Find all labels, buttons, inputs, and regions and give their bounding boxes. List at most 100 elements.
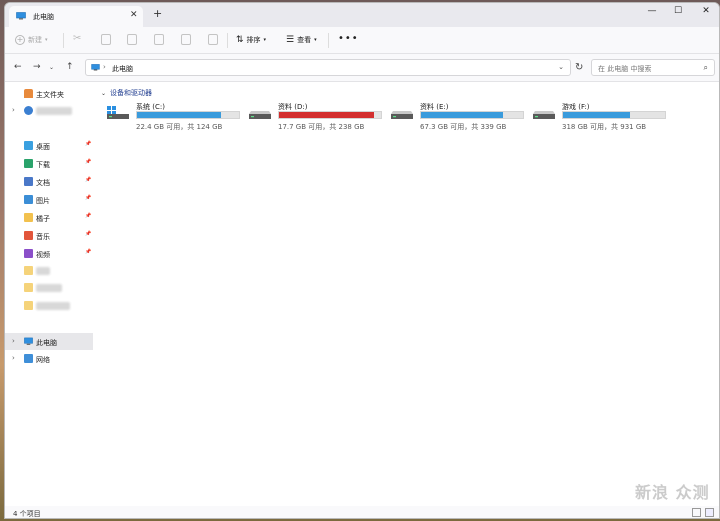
sidebar-item-redacted[interactable]: [5, 262, 93, 279]
delete-icon[interactable]: [208, 34, 218, 45]
close-tab-icon[interactable]: ✕: [130, 10, 138, 20]
search-icon: ⌕: [703, 63, 708, 72]
monitor-icon: [91, 64, 100, 71]
pin-icon: 📌: [85, 177, 92, 183]
redacted-label: [36, 107, 72, 115]
details-view-icon[interactable]: [692, 508, 701, 517]
sidebar-item-quick-access[interactable]: 图片 📌: [5, 191, 93, 208]
drive-usage-bar: [562, 111, 666, 119]
share-icon[interactable]: [181, 34, 191, 45]
music-icon: [24, 231, 33, 240]
drive-space-info: 318 GB 可用，共 931 GB: [562, 123, 647, 131]
sort-button-label: 排序: [246, 36, 261, 44]
rename-icon[interactable]: [154, 34, 164, 45]
forward-arrow-icon[interactable]: →: [33, 62, 41, 72]
new-tab-button[interactable]: +: [153, 7, 162, 20]
search-placeholder: 在 此电脑 中搜索: [598, 65, 652, 73]
sidebar-item-quick-access[interactable]: 下载 📌: [5, 155, 93, 172]
divider: [227, 33, 228, 48]
sidebar-item-redacted[interactable]: [5, 297, 93, 314]
sidebar-item-label: 网络: [36, 356, 50, 364]
folder-icon: [24, 266, 33, 275]
chevron-down-icon: ▾: [45, 37, 48, 43]
search-input[interactable]: 在 此电脑 中搜索 ⌕: [591, 59, 715, 76]
desktop-icon: [24, 141, 33, 150]
breadcrumb[interactable]: 此电脑: [112, 64, 133, 74]
monitor-icon: [16, 12, 26, 20]
item-count: 4 个项目: [13, 510, 41, 518]
drive-space-info: 67.3 GB 可用，共 339 GB: [420, 123, 507, 131]
up-arrow-icon[interactable]: ↑: [66, 62, 74, 72]
tab-bar: 此电脑 ✕ + — ☐ ✕: [5, 3, 719, 27]
sidebar-item-quick-access[interactable]: 桌面 📌: [5, 137, 93, 154]
watermark: 新浪 众测: [635, 483, 710, 502]
copy-icon[interactable]: [101, 34, 111, 45]
drive-space-info: 22.4 GB 可用，共 124 GB: [136, 123, 223, 131]
sidebar-item-this-pc[interactable]: › 此电脑: [5, 333, 93, 350]
monitor-icon: [24, 337, 33, 345]
download-icon: [24, 159, 33, 168]
divider: [328, 33, 329, 48]
drive-usage-fill: [137, 112, 221, 118]
maximize-button[interactable]: ☐: [671, 6, 685, 16]
tab-label: 此电脑: [33, 13, 54, 21]
drive-usage-bar: [136, 111, 240, 119]
drive-usage-fill: [421, 112, 503, 118]
sidebar-item-quick-access[interactable]: 视频 📌: [5, 245, 93, 262]
new-button-label: 新建: [28, 36, 42, 44]
more-options-button[interactable]: •••: [338, 33, 359, 44]
picture-icon: [24, 195, 33, 204]
refresh-icon[interactable]: ↻: [575, 62, 583, 73]
back-arrow-icon[interactable]: ←: [14, 62, 22, 72]
view-button-label: 查看: [297, 36, 312, 44]
drive-space-info: 17.7 GB 可用，共 238 GB: [278, 123, 365, 131]
pin-icon: 📌: [85, 159, 92, 165]
address-field[interactable]: › 此电脑 ⌄: [85, 59, 571, 76]
chevron-down-icon: ⌄: [101, 89, 107, 97]
new-button[interactable]: + 新建 ▾: [15, 35, 48, 45]
tab-this-pc[interactable]: 此电脑 ✕: [9, 6, 143, 27]
sidebar-item-redacted[interactable]: [5, 279, 93, 296]
sort-button[interactable]: ⇅ 排序 ▾: [236, 35, 266, 45]
drive-tile[interactable]: 系统 (C:) 22.4 GB 可用，共 124 GB: [103, 100, 243, 134]
cloud-icon: [24, 106, 33, 115]
redacted-label: [36, 267, 50, 275]
chevron-right-icon: ›: [12, 337, 15, 345]
sidebar-item-label: 音乐: [36, 233, 50, 241]
hard-drive-icon: [533, 111, 555, 119]
sidebar-item-label: 桌面: [36, 143, 50, 151]
sidebar-item-label: 视频: [36, 251, 50, 259]
drive-tile[interactable]: 资料 (D:) 17.7 GB 可用，共 238 GB: [245, 100, 385, 134]
command-bar: + 新建 ▾ ✂ ⇅ 排序 ▾ ☰ 查看 ▾ •••: [5, 27, 719, 54]
pin-icon: 📌: [85, 213, 92, 219]
sidebar-item-home[interactable]: 主文件夹: [5, 85, 93, 102]
cut-icon[interactable]: ✂: [73, 33, 83, 44]
drive-tile[interactable]: 游戏 (F:) 318 GB 可用，共 931 GB: [529, 100, 669, 134]
recent-dropdown-icon[interactable]: ⌄: [49, 64, 54, 71]
paste-icon[interactable]: [127, 34, 137, 45]
view-button[interactable]: ☰ 查看 ▾: [286, 35, 317, 45]
sidebar-item-onedrive[interactable]: ›: [5, 102, 93, 119]
chevron-down-icon[interactable]: ⌄: [558, 63, 564, 71]
navigation-pane: 主文件夹 › 桌面 📌 下载 📌 文档 📌 图片 📌 橘子 📌 音乐 📌 视频 📌 ›: [5, 82, 93, 506]
drive-usage-bar: [278, 111, 382, 119]
status-bar: 4 个项目: [5, 506, 719, 518]
divider: [63, 33, 64, 48]
group-header[interactable]: ⌄ 设备和驱动器: [101, 88, 152, 98]
sort-icon: ⇅: [236, 35, 244, 45]
drive-tile[interactable]: 资料 (E:) 67.3 GB 可用，共 339 GB: [387, 100, 527, 134]
sidebar-item-quick-access[interactable]: 橘子 📌: [5, 209, 93, 226]
drive-usage-fill: [563, 112, 631, 118]
close-window-button[interactable]: ✕: [699, 6, 713, 16]
sidebar-item-quick-access[interactable]: 文档 📌: [5, 173, 93, 190]
sidebar-item-network[interactable]: › 网络: [5, 350, 93, 367]
view-icon: ☰: [286, 35, 295, 45]
tiles-view-icon[interactable]: [705, 508, 714, 517]
address-row: ← → ⌄ ↑ › 此电脑 ⌄ ↻ 在 此电脑 中搜索 ⌕: [5, 54, 719, 82]
sidebar-item-quick-access[interactable]: 音乐 📌: [5, 227, 93, 244]
breadcrumb-chevron-icon: ›: [103, 63, 106, 71]
drive-usage-fill: [279, 112, 374, 118]
minimize-button[interactable]: —: [645, 6, 659, 16]
pin-icon: 📌: [85, 249, 92, 255]
chevron-down-icon: ▾: [263, 37, 267, 43]
